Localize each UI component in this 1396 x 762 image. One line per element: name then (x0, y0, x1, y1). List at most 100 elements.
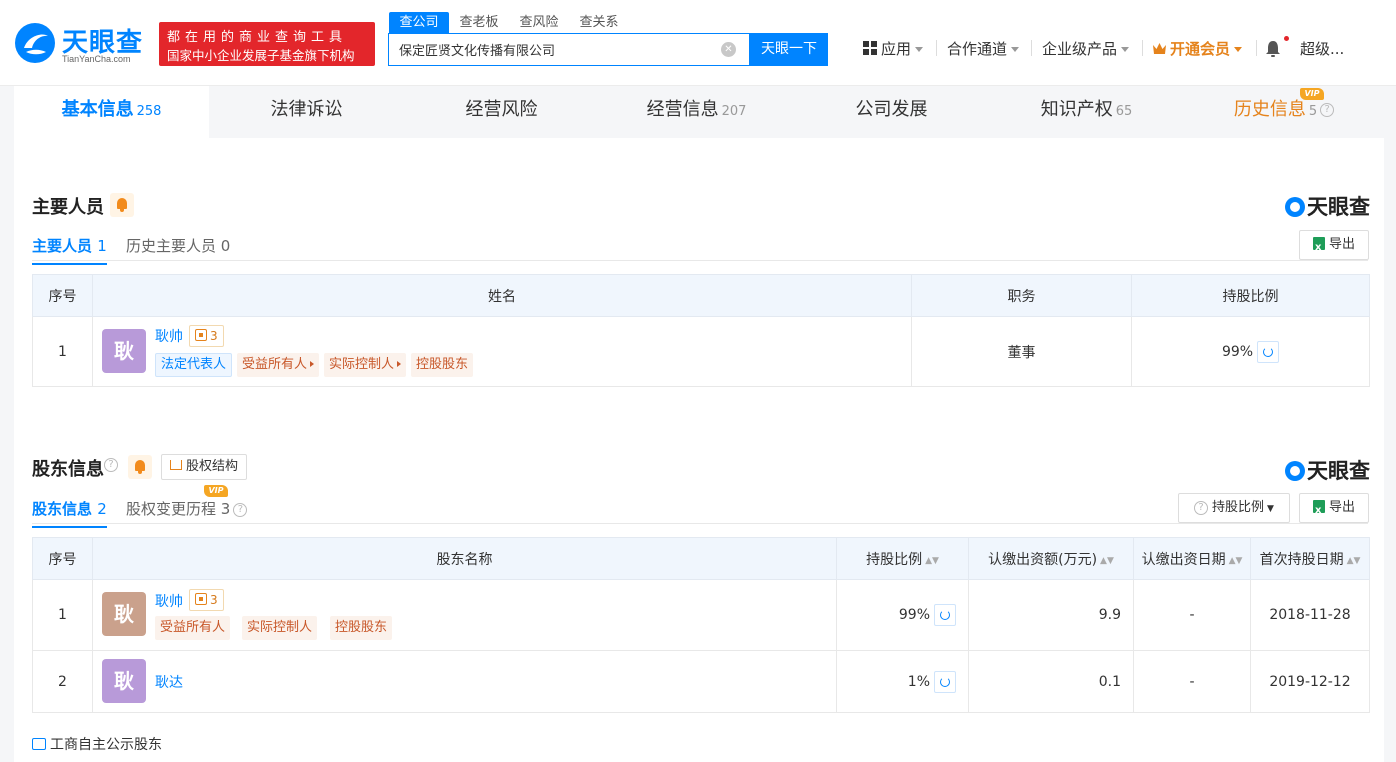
shareholders-table: 序号 股东名称 持股比例 ▲▼ 认缴出资额(万元) ▲▼ 认缴出资日期 ▲▼ 首次持股… (32, 537, 1370, 713)
search-input[interactable] (389, 34, 709, 65)
ratio-filter-dropdown[interactable]: ? 持股比例 ▼ (1178, 493, 1290, 523)
tab-risk[interactable]: 经营风险 (404, 86, 599, 138)
section-brand-mark: 天眼查 (1285, 191, 1370, 221)
tab-history[interactable]: 历史信息 5? (1184, 86, 1384, 138)
notification-dot (1284, 36, 1289, 41)
first-date-cell: 2018-11-28 (1250, 579, 1370, 651)
subtab-count: 2 (97, 500, 107, 518)
chevron-down-icon (915, 47, 924, 52)
col-header-subscribe-date[interactable]: 认缴出资日期 ▲▼ (1133, 537, 1251, 580)
tab-development[interactable]: 公司发展 (794, 86, 989, 138)
site-logo[interactable]: 天眼查 TianYanCha.com (14, 22, 154, 66)
first-date-cell: 2019-12-12 (1250, 650, 1370, 713)
table-row: 2 耿 耿达 1% 0.1 - 2019-12-12 (32, 650, 1370, 713)
equity-button-label: 股权结构 (185, 459, 238, 474)
footnote-label: 工商自主公示股东 (50, 737, 162, 753)
person-cell: 耿 耿帅 3 法定代表人 受益所有人 实际控制人 控股股东 (92, 316, 912, 387)
tab-basic-info[interactable]: 基本信息 258 (14, 86, 209, 138)
export-label: 导出 (1328, 237, 1355, 252)
tab-label: 历史信息 (1233, 99, 1306, 120)
nav-divider (936, 40, 937, 56)
col-header-amount[interactable]: 认缴出资额(万元) ▲▼ (968, 537, 1134, 580)
company-detail-card: 基本信息 258 法律诉讼 经营风险 经营信息 207 公司发展 知识产权 65 历史… (14, 86, 1384, 762)
top-header: 天眼查 TianYanCha.com 都在用的商业查询工具 国家中小企业发展子基… (0, 0, 1396, 86)
col-label: 认缴出资日期 (1141, 551, 1226, 568)
tab-label: 基本信息 (61, 99, 134, 120)
pie-chart-icon[interactable] (1257, 340, 1280, 363)
search-button[interactable]: 天眼一下 (750, 33, 828, 66)
table-header-row: 序号 股东名称 持股比例 ▲▼ 认缴出资额(万元) ▲▼ 认缴出资日期 ▲▼ 首次持股… (32, 537, 1370, 580)
tab-label: 知识产权 (1040, 99, 1113, 120)
nav-apps-label: 应用 (881, 40, 912, 58)
shareholder-name-link[interactable]: 耿达 (155, 672, 183, 692)
export-button[interactable]: 导出 (1299, 493, 1369, 525)
col-header-first-date[interactable]: 首次持股日期 ▲▼ (1250, 537, 1370, 580)
export-button[interactable]: 导出 (1299, 230, 1369, 262)
equity-structure-button[interactable]: 股权结构 (161, 454, 247, 480)
nav-apps[interactable]: 应用 (863, 38, 924, 59)
pie-chart-icon[interactable] (934, 670, 956, 693)
nav-vip-label: 开通会员 (1170, 40, 1231, 58)
shareholder-cell: 耿 耿达 (92, 650, 837, 713)
col-header-position: 职务 (911, 274, 1132, 317)
nav-cooperation[interactable]: 合作通道 (947, 38, 1020, 59)
shareholder-cell: 耿 耿帅 3 受益所有人 实际控制人 控股股东 (92, 579, 837, 651)
ratio-cell: 1% (836, 650, 969, 713)
monitor-bell-icon[interactable] (110, 193, 134, 217)
tab-count: 65 (1115, 104, 1133, 119)
col-label: 持股比例 (866, 551, 923, 568)
monitor-bell-icon[interactable] (128, 455, 152, 479)
subtab-count: 0 (220, 237, 231, 255)
relation-graph-icon (195, 593, 207, 605)
tag-controller[interactable]: 实际控制人 (324, 353, 407, 377)
document-icon (32, 738, 46, 750)
person-name-link[interactable]: 耿帅 (155, 326, 183, 346)
tab-label: 法律诉讼 (270, 99, 343, 120)
search-tab-risk[interactable]: 查风险 (509, 12, 569, 34)
tab-label: 经营风险 (465, 99, 538, 120)
avatar[interactable]: 耿 (102, 592, 146, 636)
shareholder-name-link[interactable]: 耿帅 (155, 591, 183, 611)
help-icon[interactable]: ? (1320, 103, 1335, 117)
search-tab-company[interactable]: 查公司 (389, 12, 449, 34)
caret-right-icon (310, 361, 315, 367)
relation-count: 3 (210, 329, 218, 343)
tag-legal-rep: 法定代表人 (155, 353, 233, 377)
tag-beneficiary[interactable]: 受益所有人 (237, 353, 320, 377)
notification-bell-icon[interactable] (1265, 40, 1281, 58)
avatar[interactable]: 耿 (102, 329, 146, 373)
ratio-value: 99% (898, 607, 930, 623)
nav-divider (1142, 40, 1143, 56)
nav-enterprise[interactable]: 企业级产品 (1042, 38, 1130, 59)
slogan-banner: 都在用的商业查询工具 国家中小企业发展子基金旗下机构 (159, 22, 375, 66)
brand-label: 天眼查 (1307, 459, 1370, 483)
tab-legal[interactable]: 法律诉讼 (209, 86, 404, 138)
tab-label: 公司发展 (855, 99, 928, 120)
clear-icon[interactable]: ✕ (721, 42, 736, 57)
help-icon[interactable]: ? (233, 502, 248, 517)
nav-vip[interactable]: 开通会员 (1152, 38, 1243, 59)
subtab-label: 主要人员 (32, 237, 93, 255)
tab-count: 258 (136, 104, 162, 119)
relation-count-badge[interactable]: 3 (189, 589, 224, 611)
logo-domain: TianYanCha.com (62, 54, 131, 64)
row-index: 1 (32, 579, 93, 651)
section-title-personnel: 主要人员 (32, 197, 104, 218)
search-tab-boss[interactable]: 查老板 (449, 12, 509, 34)
tag-beneficiary: 受益所有人 (155, 616, 231, 640)
tab-operation[interactable]: 经营信息 207 (599, 86, 794, 138)
user-menu[interactable]: 超级... (1300, 38, 1344, 59)
col-header-ratio[interactable]: 持股比例 ▲▼ (836, 537, 969, 580)
avatar[interactable]: 耿 (102, 659, 146, 703)
self-disclosed-shareholders-link[interactable]: 工商自主公示股东 (32, 734, 162, 754)
pie-chart-icon[interactable] (934, 604, 956, 626)
col-header-index: 序号 (32, 537, 93, 580)
amount-cell: 9.9 (968, 579, 1134, 651)
search-tab-relation[interactable]: 查关系 (569, 12, 629, 34)
help-icon[interactable]: ? (104, 458, 118, 472)
relation-count-badge[interactable]: 3 (189, 325, 224, 347)
excel-icon (1312, 234, 1325, 262)
col-header-name: 姓名 (92, 274, 912, 317)
tab-ip[interactable]: 知识产权 65 (989, 86, 1184, 138)
tab-label: 经营信息 (646, 99, 719, 120)
